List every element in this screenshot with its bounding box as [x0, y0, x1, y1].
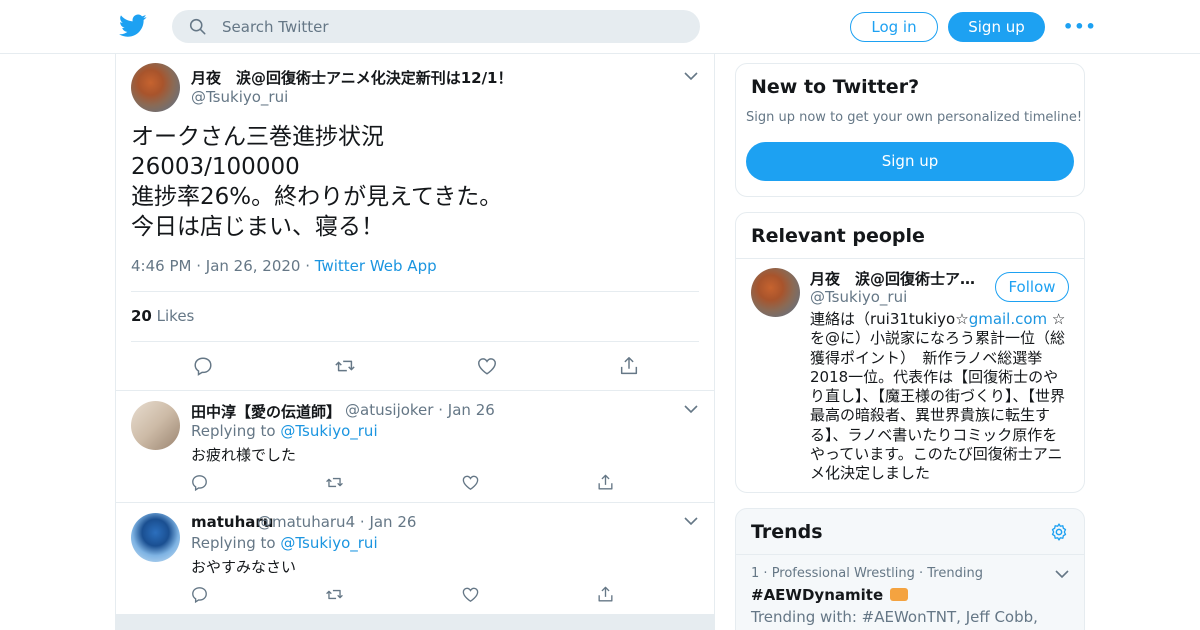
author-name[interactable]: 月夜 涙@回復術士アニメ化決定新刊は12/1！	[191, 67, 513, 88]
tweet-meta: 4:46 PM · Jan 26, 2020 · Twitter Web App	[131, 257, 437, 275]
bio-text: 連絡は（rui31tukiyo☆	[810, 310, 969, 328]
share-icon[interactable]	[618, 355, 640, 377]
bio-link[interactable]: gmail.com	[969, 310, 1047, 328]
reply-icon[interactable]	[190, 473, 209, 492]
retweet-icon[interactable]	[334, 355, 356, 377]
like-icon[interactable]	[461, 473, 480, 492]
tweet-date[interactable]: Jan 26, 2020	[206, 257, 301, 275]
timeline-column: 月夜 涙@回復術士アニメ化決定新刊は12/1！ @Tsukiyo_rui オーク…	[115, 54, 715, 630]
load-more-strip	[116, 614, 714, 630]
divider	[116, 502, 714, 503]
trend-meta: 1 · Professional Wrestling · Trending	[751, 566, 983, 581]
reply-author-handle[interactable]: @atusijoker	[345, 401, 433, 419]
tweet-app-link[interactable]: Twitter Web App	[315, 257, 437, 275]
meta-dot: ·	[763, 566, 772, 581]
likes-count[interactable]: 20 Likes	[131, 307, 194, 325]
bio-text: ☆を@に）小説家になろう累計一位（総獲得ポイント） 新作ラノベ総選挙2018一位…	[810, 310, 1066, 483]
retweet-icon[interactable]	[325, 585, 344, 604]
chevron-down-icon[interactable]	[684, 516, 698, 526]
share-icon[interactable]	[596, 585, 615, 604]
card-subtitle: Sign up now to get your own personalized…	[746, 110, 1083, 125]
meta-dot: ·	[196, 257, 206, 275]
search-input[interactable]: Search Twitter	[172, 10, 700, 43]
search-placeholder: Search Twitter	[222, 18, 329, 36]
tweet-line: 今日は店じまい、寝る！	[131, 214, 384, 240]
likes-number: 20	[131, 307, 152, 325]
card-title: Trends	[751, 521, 823, 543]
tweet-line: オークさん三巻進捗状況	[131, 124, 384, 150]
reply-text: お疲れ様でした	[191, 446, 297, 464]
divider	[736, 554, 1084, 555]
trend-category: Professional Wrestling	[771, 566, 915, 581]
login-button[interactable]: Log in	[850, 12, 938, 42]
chevron-down-icon[interactable]	[684, 71, 698, 81]
reply-author-name[interactable]: 田中淳【愛の伝道師】	[191, 401, 341, 422]
chevron-down-icon[interactable]	[1055, 569, 1069, 579]
new-to-twitter-card: New to Twitter? Sign up now to get your …	[735, 63, 1085, 197]
trend-name: #AEWDynamite	[751, 586, 884, 604]
likes-label: Likes	[156, 307, 195, 325]
reply-icon[interactable]	[192, 355, 214, 377]
meta-dot: ·	[359, 513, 370, 531]
reply-date[interactable]: Jan 26	[369, 513, 416, 531]
replying-to-label: Replying to	[191, 422, 276, 440]
share-icon[interactable]	[596, 473, 615, 492]
reply-date[interactable]: Jan 26	[448, 401, 495, 419]
retweet-icon[interactable]	[325, 473, 344, 492]
tweet-line: 26003/100000	[131, 154, 300, 180]
card-title: Relevant people	[751, 225, 925, 247]
avatar[interactable]	[131, 401, 180, 450]
trend-status: Trending	[927, 566, 983, 581]
divider	[736, 258, 1084, 259]
reply-author-meta: @atusijoker · Jan 26	[345, 401, 495, 419]
signup-button[interactable]: Sign up	[948, 12, 1045, 42]
divider	[131, 341, 699, 342]
tweet-time[interactable]: 4:46 PM	[131, 257, 191, 275]
trending-with: Trending with: #AEWonTNT, Jeff Cobb,	[751, 608, 1038, 626]
author-handle[interactable]: @Tsukiyo_rui	[191, 88, 288, 106]
divider	[131, 291, 699, 292]
replying-to: Replying to @Tsukiyo_rui	[191, 422, 378, 440]
chevron-down-icon[interactable]	[684, 404, 698, 414]
reply-author-handle[interactable]: @matuharu4	[257, 513, 355, 531]
reply-icon[interactable]	[190, 585, 209, 604]
trends-card: Trends 1 · Professional Wrestling · Tren…	[735, 508, 1085, 630]
person-handle[interactable]: @Tsukiyo_rui	[810, 288, 907, 306]
like-icon[interactable]	[461, 585, 480, 604]
replying-to: Replying to @Tsukiyo_rui	[191, 534, 378, 552]
gear-icon[interactable]	[1049, 522, 1069, 542]
trend-item[interactable]: #AEWDynamite	[751, 586, 909, 604]
card-title: New to Twitter?	[751, 76, 920, 98]
search-icon	[189, 18, 206, 35]
relevant-people-card: Relevant people 月夜 涙@回復術士ア… @Tsukiyo_rui…	[735, 212, 1085, 493]
more-menu-icon[interactable]: •••	[1063, 17, 1096, 37]
avatar[interactable]	[131, 513, 180, 562]
divider	[116, 390, 714, 391]
meta-dot: ·	[305, 257, 315, 275]
twitter-bird-icon[interactable]	[119, 13, 147, 39]
replying-to-link[interactable]: @Tsukiyo_rui	[280, 422, 377, 440]
follow-button[interactable]: Follow	[995, 272, 1069, 302]
replying-to-link[interactable]: @Tsukiyo_rui	[280, 534, 377, 552]
like-icon[interactable]	[476, 355, 498, 377]
tweet-line: 進捗率26%。終わりが見えてきた。	[131, 184, 503, 210]
reply-text: おやすみなさい	[191, 558, 297, 576]
tweet-text: オークさん三巻進捗状況 26003/100000 進捗率26%。終わりが見えてき…	[131, 122, 502, 242]
person-name[interactable]: 月夜 涙@回復術士ア…	[810, 268, 975, 289]
avatar[interactable]	[751, 268, 800, 317]
trend-emoji-icon	[890, 588, 909, 601]
meta-dot: ·	[438, 401, 448, 419]
sidebar-signup-button[interactable]: Sign up	[746, 142, 1074, 181]
reply-author-meta: @matuharu4 · Jan 26	[257, 513, 416, 531]
avatar[interactable]	[131, 63, 180, 112]
trend-rank: 1	[751, 566, 760, 581]
top-bar: Search Twitter Log in Sign up •••	[0, 0, 1200, 54]
person-bio: 連絡は（rui31tukiyo☆gmail.com ☆を@に）小説家になろう累計…	[810, 310, 1072, 484]
replying-to-label: Replying to	[191, 534, 276, 552]
